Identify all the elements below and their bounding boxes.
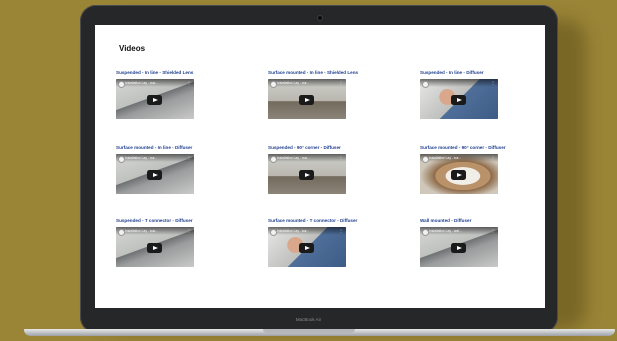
more-icon[interactable]: ⋮ [187, 80, 191, 85]
play-icon[interactable] [299, 243, 314, 253]
laptop-notch [263, 329, 355, 333]
channel-logo-icon [118, 80, 125, 88]
page-title: Videos [119, 44, 146, 53]
channel-logo-icon [270, 80, 277, 88]
embedded-video-title: Installation Lay - sur... [125, 156, 158, 160]
video-thumbnail[interactable]: Installation Lay - wal... ⋮ [420, 227, 498, 267]
more-icon[interactable]: ⋮ [187, 155, 191, 160]
video-thumbnail[interactable]: Installation Lay - sus... ⋮ [116, 227, 194, 267]
video-thumbnail[interactable]: Installation Lay - sur... ⋮ [420, 154, 498, 194]
more-icon[interactable]: ⋮ [491, 155, 495, 160]
video-thumbnail[interactable]: Installation Lay - sur... ⋮ [268, 227, 346, 267]
video-title-link[interactable]: Surface mounted - In line - Diffuser [116, 145, 192, 150]
laptop-screen: Videos Suspended - In line - Shielded Le… [95, 25, 545, 308]
embedded-video-title: Installation Lay - sus... [125, 81, 158, 85]
video-thumbnail[interactable]: Installation Lay - sus... ⋮ [116, 79, 194, 119]
play-icon[interactable] [299, 95, 314, 105]
embedded-video-title: Installation Lay - sus... [277, 156, 310, 160]
video-title-link[interactable]: Surface mounted - 90° corner - Diffuser [420, 145, 506, 150]
video-thumbnail[interactable]: Installation Lay - sur... ⋮ [116, 154, 194, 194]
video-overlay-bar [420, 79, 498, 87]
embedded-video-title: Installation Lay - sur... [277, 81, 310, 85]
video-thumbnail[interactable]: Installation Lay - sus... ⋮ [268, 154, 346, 194]
play-icon[interactable] [451, 170, 466, 180]
more-icon[interactable]: ⋮ [491, 80, 495, 85]
more-icon[interactable]: ⋮ [187, 228, 191, 233]
laptop-brand-label: MacBook Air [295, 317, 322, 322]
play-icon[interactable] [451, 243, 466, 253]
video-title-link[interactable]: Wall mounted - Diffuser [420, 218, 471, 223]
video-thumbnail[interactable]: Installation Lay - sur... ⋮ [268, 79, 346, 119]
channel-logo-icon [270, 228, 277, 236]
channel-logo-icon [422, 155, 429, 163]
channel-logo-icon [118, 155, 125, 163]
video-title-link[interactable]: Suspended - In line - Diffuser [420, 70, 484, 75]
more-icon[interactable]: ⋮ [491, 228, 495, 233]
more-icon[interactable]: ⋮ [339, 228, 343, 233]
video-title-link[interactable]: Surface mounted - T connector - Diffuser [268, 218, 357, 223]
embedded-video-title: Installation Lay - sus... [125, 229, 158, 233]
channel-logo-icon [422, 228, 429, 236]
channel-logo-icon [270, 155, 277, 163]
play-icon[interactable] [147, 170, 162, 180]
camera-icon [318, 16, 322, 20]
video-title-link[interactable]: Suspended - T connector - Diffuser [116, 218, 193, 223]
video-title-link[interactable]: Suspended - In line - Shielded Lens [116, 70, 193, 75]
embedded-video-title: Installation Lay - sur... [277, 229, 310, 233]
video-title-link[interactable]: Suspended - 90° corner - Diffuser [268, 145, 341, 150]
channel-logo-icon [118, 228, 125, 236]
play-icon[interactable] [299, 170, 314, 180]
video-thumbnail[interactable]: ⋮ [420, 79, 498, 119]
more-icon[interactable]: ⋮ [339, 155, 343, 160]
channel-logo-icon [422, 80, 429, 88]
play-icon[interactable] [147, 95, 162, 105]
play-icon[interactable] [147, 243, 162, 253]
play-icon[interactable] [451, 95, 466, 105]
more-icon[interactable]: ⋮ [339, 80, 343, 85]
embedded-video-title: Installation Lay - wal... [429, 229, 462, 233]
video-title-link[interactable]: Surface mounted - In line - Shielded Len… [268, 70, 358, 75]
embedded-video-title: Installation Lay - sur... [429, 156, 462, 160]
